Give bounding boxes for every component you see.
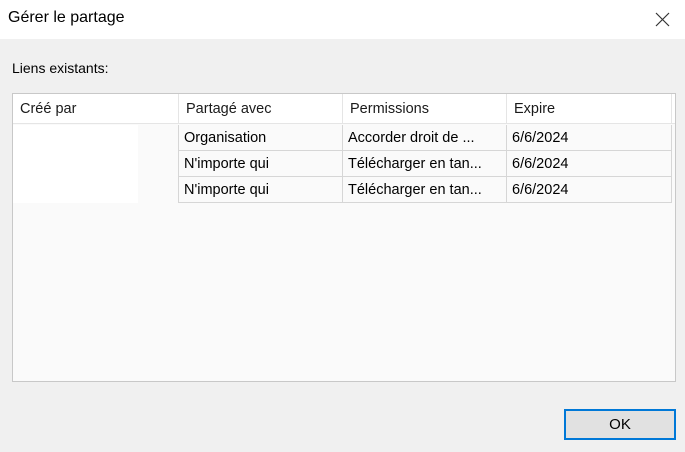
column-header-permissions[interactable]: Permissions (343, 94, 507, 124)
list-header: Créé par Partagé avec Permissions Expire (13, 94, 675, 124)
cell-shared-with: N'importe qui (179, 151, 343, 177)
close-icon (655, 12, 670, 27)
title-bar: Gérer le partage (0, 0, 685, 39)
ok-button[interactable]: OK (564, 409, 676, 440)
cell-shared-with: N'importe qui (179, 177, 343, 203)
close-button[interactable] (639, 0, 685, 39)
cell-expires: 6/6/2024 (507, 125, 672, 151)
cell-shared-with: Organisation (179, 125, 343, 151)
column-header-expires[interactable]: Expire (507, 94, 672, 124)
cell-expires: 6/6/2024 (507, 151, 672, 177)
column-header-shared-with[interactable]: Partagé avec (179, 94, 343, 124)
cell-permissions: Télécharger en tan... (343, 151, 507, 177)
existing-links-label: Liens existants: (12, 60, 109, 76)
cell-permissions: Accorder droit de ... (343, 125, 507, 151)
column-header-created-by[interactable]: Créé par (13, 94, 179, 124)
cell-permissions: Télécharger en tan... (343, 177, 507, 203)
links-list-view[interactable]: Créé par Partagé avec Permissions Expire… (12, 93, 676, 382)
cell-expires: 6/6/2024 (507, 177, 672, 203)
window-title: Gérer le partage (8, 9, 125, 26)
redacted-creator-area (13, 125, 138, 203)
